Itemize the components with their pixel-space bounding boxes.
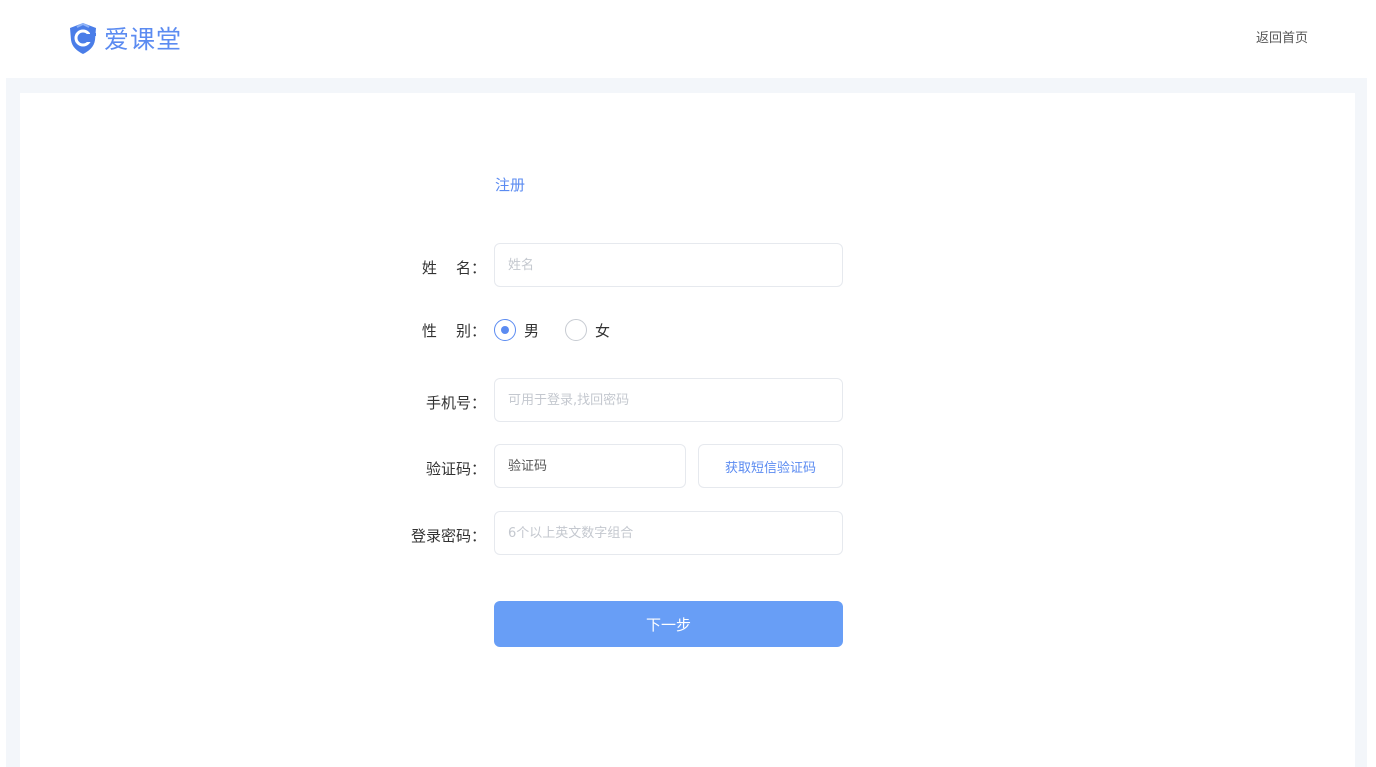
gender-male-label: 男: [524, 321, 540, 340]
phone-field-box: [494, 378, 843, 422]
password-field-box: [494, 511, 843, 555]
gender-option-male[interactable]: 男: [494, 319, 539, 341]
password-label: 登录密码：: [410, 527, 486, 545]
phone-label: 手机号：: [425, 394, 486, 412]
register-card: [20, 93, 1355, 767]
register-tab[interactable]: 注册: [495, 174, 525, 195]
gender-option-female[interactable]: 女: [565, 319, 610, 341]
shield-logo-icon: [70, 22, 96, 54]
code-label: 验证码：: [425, 460, 486, 478]
brand-name: 爱课堂: [104, 25, 183, 54]
gender-radio-group: 男 女: [494, 315, 610, 345]
brand[interactable]: 爱课堂: [66, 19, 182, 57]
verification-code-input[interactable]: [495, 445, 685, 487]
name-input[interactable]: [495, 244, 842, 286]
get-sms-code-button[interactable]: 获取短信验证码: [698, 444, 843, 488]
back-home-link[interactable]: 返回首页: [1256, 27, 1308, 46]
radio-checked-icon[interactable]: [494, 319, 516, 341]
name-label: 姓 名：: [421, 259, 486, 277]
next-step-button[interactable]: 下一步: [494, 601, 843, 647]
gender-female-label: 女: [595, 321, 611, 340]
password-input[interactable]: [495, 512, 842, 554]
code-field-box: [494, 444, 686, 488]
top-bar: 爱课堂 返回首页: [0, 0, 1376, 78]
name-field-box: [494, 243, 843, 287]
phone-input[interactable]: [495, 379, 842, 421]
radio-unchecked-icon[interactable]: [565, 319, 588, 341]
gender-label: 性 别：: [421, 322, 486, 340]
